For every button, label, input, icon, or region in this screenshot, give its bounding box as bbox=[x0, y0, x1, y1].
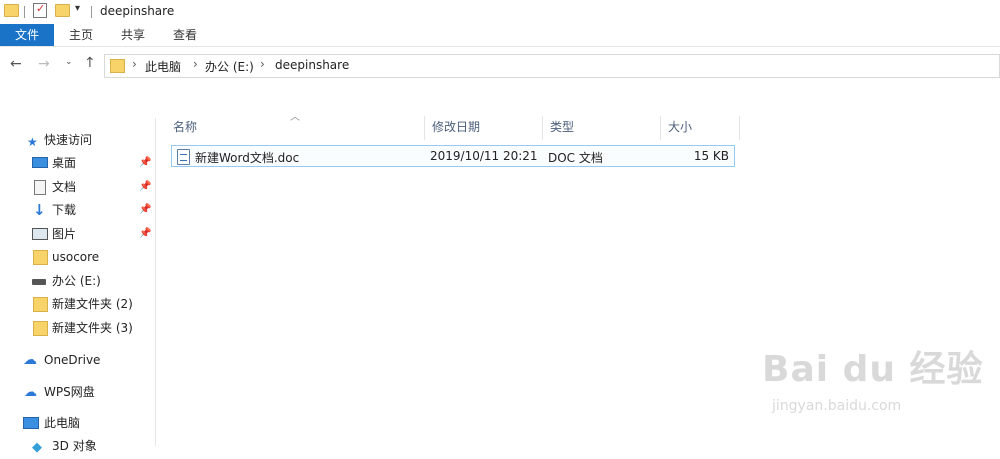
breadcrumb-this-pc[interactable]: 此电脑 bbox=[145, 58, 181, 75]
nav-label: 3D 对象 bbox=[52, 439, 97, 453]
pin-icon: 📌 bbox=[139, 181, 152, 192]
nav-item-documents[interactable]: 文档 📌 bbox=[0, 176, 155, 198]
wps-cloud-icon: ☁ bbox=[24, 385, 37, 400]
pin-icon: 📌 bbox=[139, 204, 152, 215]
folder-icon bbox=[110, 59, 125, 73]
nav-label: 桌面 bbox=[52, 156, 77, 170]
forward-arrow-icon[interactable]: → bbox=[38, 56, 50, 72]
nav-item-downloads[interactable]: ↓ 下载 📌 bbox=[0, 199, 155, 221]
breadcrumb-drive[interactable]: 办公 (E:) bbox=[205, 58, 254, 75]
drive-icon bbox=[32, 279, 46, 285]
nav-label: 文档 bbox=[52, 180, 77, 194]
column-header-name[interactable]: 名称 bbox=[166, 116, 425, 140]
nav-label: WPS网盘 bbox=[44, 385, 95, 399]
breadcrumb-folder[interactable]: deepinshare bbox=[275, 58, 349, 72]
nav-item-drive-e[interactable]: 办公 (E:) bbox=[0, 270, 155, 292]
new-folder-icon[interactable] bbox=[55, 4, 70, 17]
file-row[interactable]: 新建Word文档.doc 2019/10/11 20:21 DOC 文档 15 … bbox=[171, 145, 735, 167]
chevron-right-icon[interactable]: › bbox=[193, 57, 198, 71]
tab-share[interactable]: 共享 bbox=[114, 24, 152, 46]
properties-icon[interactable]: ✓ bbox=[33, 2, 47, 18]
separator bbox=[91, 6, 92, 18]
cube-icon: ◆ bbox=[32, 440, 42, 455]
star-icon: ★ bbox=[27, 135, 38, 149]
file-name: 新建Word文档.doc bbox=[195, 151, 300, 165]
back-arrow-icon[interactable]: ← bbox=[10, 56, 22, 72]
separator bbox=[24, 6, 25, 18]
nav-item-pictures[interactable]: 图片 📌 bbox=[0, 223, 155, 245]
nav-item-desktop[interactable]: 桌面 📌 bbox=[0, 152, 155, 174]
column-header-type[interactable]: 类型 bbox=[543, 116, 661, 140]
chevron-right-icon[interactable]: › bbox=[132, 57, 137, 71]
nav-label: usocore bbox=[52, 250, 100, 264]
nav-this-pc[interactable]: 此电脑 bbox=[0, 412, 155, 434]
address-bar[interactable]: › 此电脑 › 办公 (E:) › deepinshare bbox=[104, 54, 1000, 78]
nav-onedrive[interactable]: ☁ OneDrive bbox=[0, 349, 155, 371]
file-type: DOC 文档 bbox=[548, 151, 603, 165]
customize-quick-access-icon[interactable]: ▾ bbox=[75, 3, 80, 14]
nav-label: 办公 (E:) bbox=[52, 274, 101, 288]
watermark-url: jingyan.baidu.com bbox=[772, 398, 902, 414]
nav-label: 图片 bbox=[52, 227, 77, 241]
column-header-size[interactable]: 大小 bbox=[661, 116, 740, 140]
nav-item-usocore[interactable]: usocore bbox=[0, 246, 155, 268]
watermark-logo-text: Bai du 经验 bbox=[762, 349, 984, 390]
pin-icon: 📌 bbox=[139, 228, 152, 239]
nav-label: OneDrive bbox=[44, 353, 101, 367]
folder-icon bbox=[33, 297, 48, 312]
nav-label: 此电脑 bbox=[44, 416, 81, 430]
nav-label: 快速访问 bbox=[44, 133, 93, 147]
nav-label: 新建文件夹 (3) bbox=[52, 321, 133, 335]
word-document-icon bbox=[177, 149, 190, 165]
cloud-icon: ☁ bbox=[23, 352, 37, 368]
column-header-modified[interactable]: 修改日期 bbox=[425, 116, 543, 140]
pictures-icon bbox=[32, 228, 48, 240]
computer-icon bbox=[23, 417, 39, 429]
desktop-icon bbox=[32, 157, 48, 168]
tab-file[interactable]: 文件 bbox=[0, 24, 54, 46]
baidu-watermark: Bai du 经验 jingyan.baidu.com bbox=[762, 340, 984, 414]
nav-quick-access[interactable]: ★ 快速访问 bbox=[0, 129, 155, 151]
nav-item-new-folder-3[interactable]: 新建文件夹 (3) bbox=[0, 317, 155, 339]
nav-label: 新建文件夹 (2) bbox=[52, 297, 133, 311]
ribbon: 文件 主页 共享 查看 bbox=[0, 24, 1000, 47]
nav-wps-drive[interactable]: ☁ WPS网盘 bbox=[0, 381, 155, 403]
navigation-pane: ★ 快速访问 桌面 📌 文档 📌 ↓ 下载 📌 图片 📌 usocore 办公 … bbox=[0, 118, 156, 455]
up-arrow-icon[interactable]: ↑ bbox=[84, 55, 96, 71]
pin-icon: 📌 bbox=[139, 157, 152, 168]
tab-view[interactable]: 查看 bbox=[166, 24, 204, 46]
chevron-right-icon[interactable]: › bbox=[260, 57, 265, 71]
nav-item-new-folder-2[interactable]: 新建文件夹 (2) bbox=[0, 293, 155, 315]
nav-label: 下载 bbox=[52, 203, 77, 217]
file-modified: 2019/10/11 20:21 bbox=[430, 149, 538, 163]
folder-icon bbox=[4, 4, 19, 17]
title-bar: ✓ ▾ deepinshare bbox=[0, 0, 1000, 24]
column-header-row: 名称 修改日期 类型 大小 bbox=[166, 116, 740, 140]
nav-3d-objects[interactable]: ◆ 3D 对象 bbox=[0, 435, 155, 457]
tab-home[interactable]: 主页 bbox=[62, 24, 100, 46]
window-title: deepinshare bbox=[100, 4, 175, 18]
file-size: 15 KB bbox=[693, 149, 729, 163]
download-icon: ↓ bbox=[33, 201, 46, 219]
folder-icon bbox=[33, 250, 48, 265]
document-icon bbox=[34, 180, 46, 195]
folder-icon bbox=[33, 321, 48, 336]
recent-locations-icon[interactable]: ⌄ bbox=[65, 57, 73, 67]
